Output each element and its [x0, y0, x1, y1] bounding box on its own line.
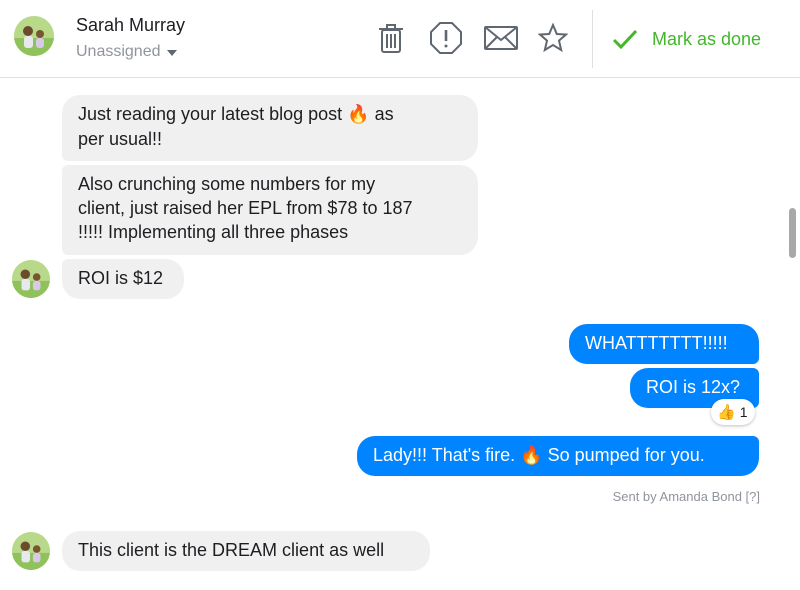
check-icon — [612, 29, 638, 50]
mark-unread-button[interactable] — [481, 18, 521, 58]
message-text: Lady!!! That's fire. — [373, 445, 516, 465]
scrollbar-thumb[interactable] — [789, 208, 796, 258]
spam-button[interactable] — [426, 18, 466, 58]
mark-as-done-button[interactable]: Mark as done — [612, 22, 761, 56]
reaction-badge[interactable]: 👍 1 — [711, 399, 756, 425]
contact-name: Sarah Murray — [76, 15, 186, 35]
mark-as-done-label: Mark as done — [652, 28, 762, 49]
star-button[interactable] — [533, 18, 573, 58]
trash-icon — [379, 24, 403, 53]
thumbs-up-icon: 👍 — [717, 403, 736, 421]
message-text: This client is the DREAM client as well — [78, 540, 385, 560]
alert-icon — [430, 22, 462, 54]
message-text: So pumped for you. — [547, 445, 705, 465]
message-bubble-incoming[interactable]: This client is the DREAM client as well — [62, 531, 430, 571]
message-text: ROI is $12 — [78, 268, 164, 288]
header-divider — [592, 10, 593, 68]
contact-avatar[interactable] — [12, 532, 50, 570]
assignment-dropdown[interactable]: Unassigned — [76, 43, 177, 61]
message-text: !!!!! Implementing all three phases — [78, 222, 349, 242]
message-bubble-outgoing[interactable]: Lady!!! That's fire. 🔥 So pumped for you… — [357, 436, 759, 476]
message-bubble-outgoing[interactable]: WHATTTTTTT!!!!! — [569, 324, 759, 364]
message-text: WHATTTTTTT!!!!! — [585, 333, 728, 353]
contact-avatar[interactable] — [12, 260, 50, 298]
message-bubble-incoming[interactable]: Also crunching some numbers for my clien… — [62, 165, 478, 255]
assignment-label: Unassigned — [76, 43, 161, 60]
message-text: client, just raised her EPL from $78 to … — [78, 198, 413, 218]
message-text: Also crunching some numbers for my — [78, 174, 376, 194]
trash-button[interactable] — [371, 18, 411, 58]
envelope-icon — [484, 26, 518, 50]
star-icon — [538, 23, 568, 53]
message-text: Just reading your latest blog post — [78, 104, 343, 124]
sent-by-note: Sent by Amanda Bond [?] — [612, 489, 760, 504]
message-bubble-incoming[interactable]: ROI is $12 — [62, 259, 184, 299]
message-bubble-incoming[interactable]: Just reading your latest blog post 🔥 as … — [62, 95, 478, 161]
message-text: as — [374, 104, 394, 124]
message-text: ROI is 12x? — [646, 377, 741, 397]
message-text: per usual!! — [78, 129, 163, 149]
contact-avatar[interactable] — [14, 16, 54, 56]
conversation-header: Sarah Murray Unassigned Mark as done — [0, 0, 800, 78]
reaction-count: 1 — [739, 404, 748, 420]
caret-down-icon — [166, 50, 177, 56]
fire-emoji-icon: 🔥 — [347, 104, 370, 125]
fire-emoji-icon: 🔥 — [520, 445, 543, 466]
